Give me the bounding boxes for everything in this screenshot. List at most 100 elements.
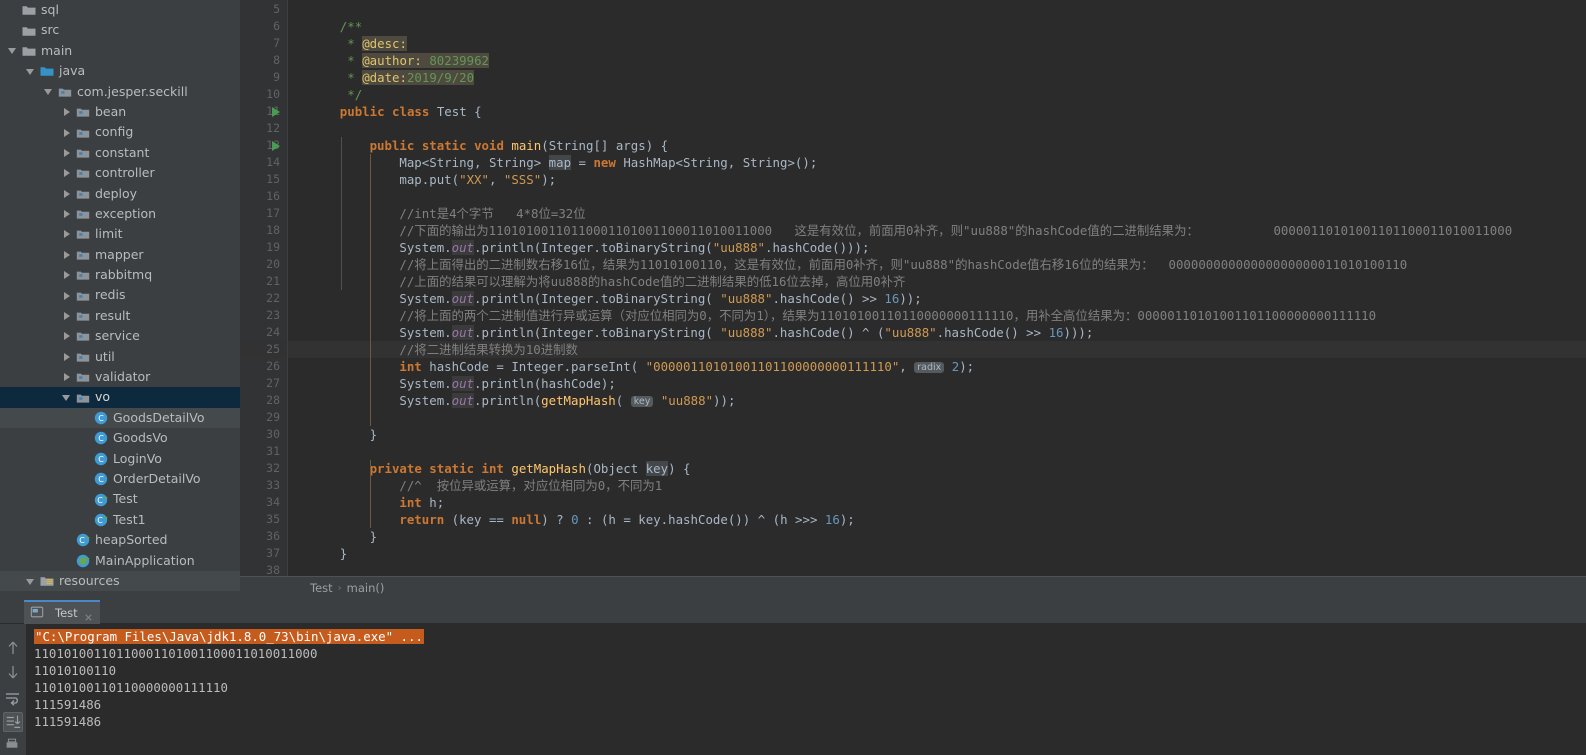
code-line[interactable]: System.out.println(hashCode); bbox=[288, 375, 1586, 392]
tree-item-loginvo[interactable]: C LoginVo bbox=[0, 449, 240, 469]
code-line[interactable]: map.put("XX", "SSS"); bbox=[288, 171, 1586, 188]
tree-item-vo[interactable]: vo bbox=[0, 387, 240, 408]
chevron-right-icon[interactable] bbox=[62, 351, 73, 362]
tree-item-sql[interactable]: sql bbox=[0, 0, 240, 20]
code-line[interactable]: } bbox=[288, 528, 1586, 545]
run-gutter-icon[interactable] bbox=[271, 103, 281, 120]
console-toolbar[interactable] bbox=[0, 624, 26, 755]
code-line[interactable]: System.out.println(Integer.toBinaryStrin… bbox=[288, 324, 1586, 341]
code-line[interactable]: return (key == null) ? 0 : (h = key.hash… bbox=[288, 511, 1586, 528]
chevron-right-icon[interactable] bbox=[62, 147, 73, 158]
editor-code-surface[interactable]: /** * @desc: * @author: 80239962 * @date:20… bbox=[288, 0, 1586, 576]
tree-item-main[interactable]: main bbox=[0, 41, 240, 61]
tree-item-validator[interactable]: validator bbox=[0, 367, 240, 387]
run-gutter-icon[interactable] bbox=[271, 137, 281, 154]
chevron-down-icon[interactable] bbox=[26, 66, 37, 77]
code-line[interactable] bbox=[288, 443, 1586, 460]
tree-item-goodsvo[interactable]: C GoodsVo bbox=[0, 428, 240, 448]
code-line[interactable]: /** bbox=[288, 18, 1586, 35]
code-line[interactable]: * @date:2019/9/20 bbox=[288, 69, 1586, 86]
code-line[interactable]: public class Test { bbox=[288, 103, 1586, 120]
tree-item-controller[interactable]: controller bbox=[0, 163, 240, 183]
chevron-right-icon[interactable] bbox=[62, 209, 73, 220]
tree-item-heapsorted[interactable]: CheapSorted bbox=[0, 530, 240, 550]
code-line[interactable]: System.out.println(Integer.toBinaryStrin… bbox=[288, 290, 1586, 307]
code-line[interactable]: } bbox=[288, 545, 1586, 562]
tree-item-orderdetailvo[interactable]: C OrderDetailVo bbox=[0, 469, 240, 489]
up-arrow-icon[interactable] bbox=[3, 638, 23, 658]
code-line[interactable]: int hashCode = Integer.parseInt( "000001… bbox=[288, 358, 1586, 375]
tree-item-test[interactable]: C Test bbox=[0, 489, 240, 509]
tree-item-rabbitmq[interactable]: rabbitmq bbox=[0, 265, 240, 285]
soft-wrap-icon[interactable] bbox=[3, 688, 23, 708]
breadcrumb-item[interactable]: main() bbox=[347, 581, 385, 595]
chevron-down-icon[interactable] bbox=[26, 576, 37, 587]
code-line[interactable]: //^ 按位异或运算，对应位相同为0，不同为1 bbox=[288, 477, 1586, 494]
code-line[interactable]: Map<String, String> map = new HashMap<St… bbox=[288, 154, 1586, 171]
code-line[interactable] bbox=[288, 1, 1586, 18]
tree-item-result[interactable]: result bbox=[0, 306, 240, 326]
code-line[interactable]: //int是4个字节 4*8位=32位 bbox=[288, 205, 1586, 222]
chevron-right-icon[interactable] bbox=[62, 270, 73, 281]
tree-item-com-jesper-seckill[interactable]: com.jesper.seckill bbox=[0, 82, 240, 102]
editor-gutter[interactable]: 5 6 7 8 9 10 11 12 13 14 15 16 17 18 19 20 21 22 23 24 25 26 2… bbox=[240, 0, 287, 576]
tree-item-util[interactable]: util bbox=[0, 347, 240, 367]
code-line[interactable]: //将上面得出的二进制数右移16位，结果为11010100110，这是有效位，前… bbox=[288, 256, 1586, 273]
tree-item-src[interactable]: src bbox=[0, 20, 240, 40]
chevron-down-icon[interactable] bbox=[62, 392, 73, 403]
scroll-to-end-icon[interactable] bbox=[3, 712, 23, 732]
editor-area[interactable]: 5 6 7 8 9 10 11 12 13 14 15 16 17 18 19 20 21 22 23 24 25 26 2… bbox=[240, 0, 1586, 576]
print-icon[interactable] bbox=[3, 736, 23, 755]
breadcrumb-item[interactable]: Test bbox=[310, 581, 333, 595]
code-line[interactable]: * @author: 80239962 bbox=[288, 52, 1586, 69]
chevron-right-icon[interactable] bbox=[62, 107, 73, 118]
code-line[interactable] bbox=[288, 120, 1586, 137]
tree-item-limit[interactable]: limit bbox=[0, 224, 240, 244]
tree-item-deploy[interactable]: deploy bbox=[0, 184, 240, 204]
chevron-right-icon[interactable] bbox=[62, 372, 73, 383]
breadcrumb[interactable]: Test › main() bbox=[310, 581, 384, 595]
chevron-right-icon[interactable] bbox=[62, 188, 73, 199]
chevron-right-icon[interactable] bbox=[62, 311, 73, 322]
code-line[interactable]: int h; bbox=[288, 494, 1586, 511]
tree-item-test1[interactable]: C Test1 bbox=[0, 510, 240, 530]
chevron-right-icon[interactable] bbox=[62, 229, 73, 240]
code-line[interactable]: System.out.println(Integer.toBinaryStrin… bbox=[288, 239, 1586, 256]
code-line[interactable]: //下面的输出为11010100110110001101001100011010… bbox=[288, 222, 1586, 239]
chevron-right-icon[interactable] bbox=[62, 168, 73, 179]
console-output[interactable]: "C:\Program Files\Java\jdk1.8.0_73\bin\j… bbox=[26, 624, 1586, 755]
chevron-right-icon[interactable] bbox=[62, 127, 73, 138]
code-line[interactable]: //将二进制结果转换为10进制数 bbox=[288, 341, 1586, 358]
tree-item-bean[interactable]: bean bbox=[0, 102, 240, 122]
chevron-down-icon[interactable] bbox=[44, 86, 55, 97]
run-tab-test[interactable]: Test bbox=[24, 600, 100, 624]
tree-item-goodsdetailvo[interactable]: C GoodsDetailVo bbox=[0, 407, 240, 429]
tree-item-redis[interactable]: redis bbox=[0, 285, 240, 305]
code-line[interactable]: //将上面的两个二进制值进行异或运算（对应位相同为0，不同为1），结果为1101… bbox=[288, 307, 1586, 324]
code-line[interactable]: //上面的结果可以理解为将uu888的hashCode值的二进制结果的低16位去… bbox=[288, 273, 1586, 290]
tree-item-config[interactable]: config bbox=[0, 122, 240, 142]
tree-item-mapper[interactable]: mapper bbox=[0, 245, 240, 265]
code-line[interactable]: } bbox=[288, 426, 1586, 443]
code-line[interactable]: private static int getMapHash(Object key… bbox=[288, 460, 1586, 477]
code-line[interactable] bbox=[288, 562, 1586, 576]
code-line[interactable]: * @desc: bbox=[288, 35, 1586, 52]
tree-item-service[interactable]: service bbox=[0, 326, 240, 346]
code-line[interactable]: System.out.println(getMapHash( key "uu88… bbox=[288, 392, 1586, 409]
chevron-right-icon[interactable] bbox=[62, 331, 73, 342]
close-icon[interactable] bbox=[83, 608, 94, 621]
tree-item-constant[interactable]: constant bbox=[0, 143, 240, 163]
chevron-down-icon[interactable] bbox=[8, 45, 19, 56]
code-line[interactable]: public static void main(String[] args) { bbox=[288, 137, 1586, 154]
tree-item-resources[interactable]: resources bbox=[0, 570, 240, 592]
project-tree-panel[interactable]: sql src main java com.jesper.seckill bean conf… bbox=[0, 0, 240, 601]
code-line[interactable] bbox=[288, 409, 1586, 426]
code-line[interactable] bbox=[288, 188, 1586, 205]
chevron-right-icon[interactable] bbox=[62, 290, 73, 301]
chevron-right-icon[interactable] bbox=[62, 249, 73, 260]
tree-item-java[interactable]: java bbox=[0, 61, 240, 81]
tree-item-mainapplication[interactable]: MainApplication bbox=[0, 551, 240, 571]
tree-item-exception[interactable]: exception bbox=[0, 204, 240, 224]
code-line[interactable]: */ bbox=[288, 86, 1586, 103]
down-arrow-icon[interactable] bbox=[3, 662, 23, 682]
